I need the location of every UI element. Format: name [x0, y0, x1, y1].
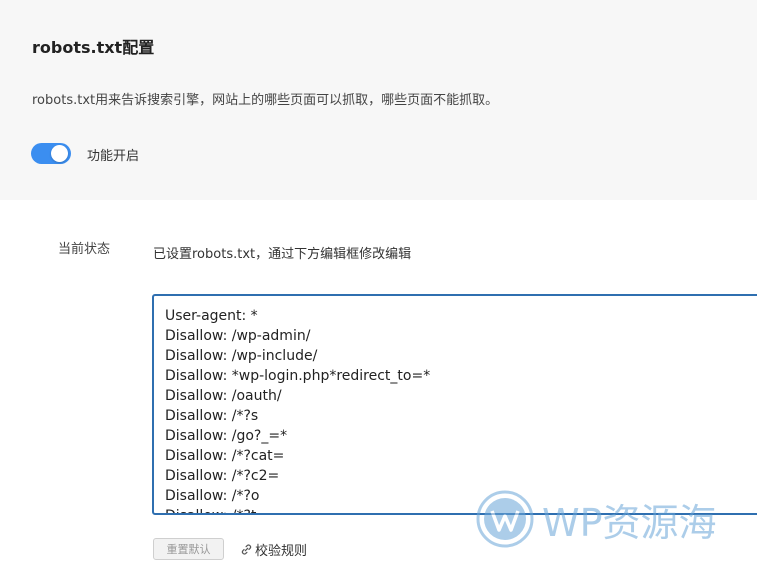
- robots-config-page: robots.txt配置 robots.txt用来告诉搜索引擎，网站上的哪些页面…: [0, 0, 757, 576]
- feature-toggle[interactable]: [31, 143, 71, 164]
- editor-line: Disallow: /wp-include/: [165, 348, 318, 364]
- page-description: robots.txt用来告诉搜索引擎，网站上的哪些页面可以抓取，哪些页面不能抓取…: [32, 93, 499, 108]
- editor-line: Disallow: /*?s: [165, 408, 259, 424]
- editor-line: Disallow: /wp-admin/: [165, 328, 311, 344]
- toggle-label: 功能开启: [87, 149, 140, 164]
- validate-rules-link[interactable]: 校验规则: [240, 540, 307, 559]
- link-icon: [241, 544, 252, 555]
- editor-line: User-agent: *: [165, 308, 258, 324]
- editor-line: Disallow: /oauth/: [165, 388, 282, 404]
- toggle-knob: [51, 145, 68, 162]
- editor-line: Disallow: /*?cat=: [165, 448, 285, 464]
- robots-editor[interactable]: User-agent: * Disallow: /wp-admin/Disallo…: [152, 294, 757, 515]
- config-header-panel: robots.txt配置 robots.txt用来告诉搜索引擎，网站上的哪些页面…: [0, 0, 757, 200]
- editor-line: Disallow: /go?_=*: [165, 428, 288, 444]
- editor-line: Disallow: *wp-login.php*redirect_to=*: [165, 368, 431, 384]
- editor-line: Disallow: /*?o: [165, 488, 260, 504]
- editor-line: Disallow: /*?c2=: [165, 468, 280, 484]
- reset-default-button[interactable]: 重置默认: [153, 538, 224, 560]
- status-label: 当前状态: [58, 242, 111, 257]
- editor-lines: User-agent: * Disallow: /wp-admin/Disallo…: [154, 296, 757, 513]
- page-title: robots.txt配置: [32, 38, 155, 57]
- status-text: 已设置robots.txt，通过下方编辑框修改编辑: [153, 247, 412, 262]
- editor-line: Disallow: /*?t: [165, 506, 757, 513]
- validate-rules-label: 校验规则: [255, 544, 308, 559]
